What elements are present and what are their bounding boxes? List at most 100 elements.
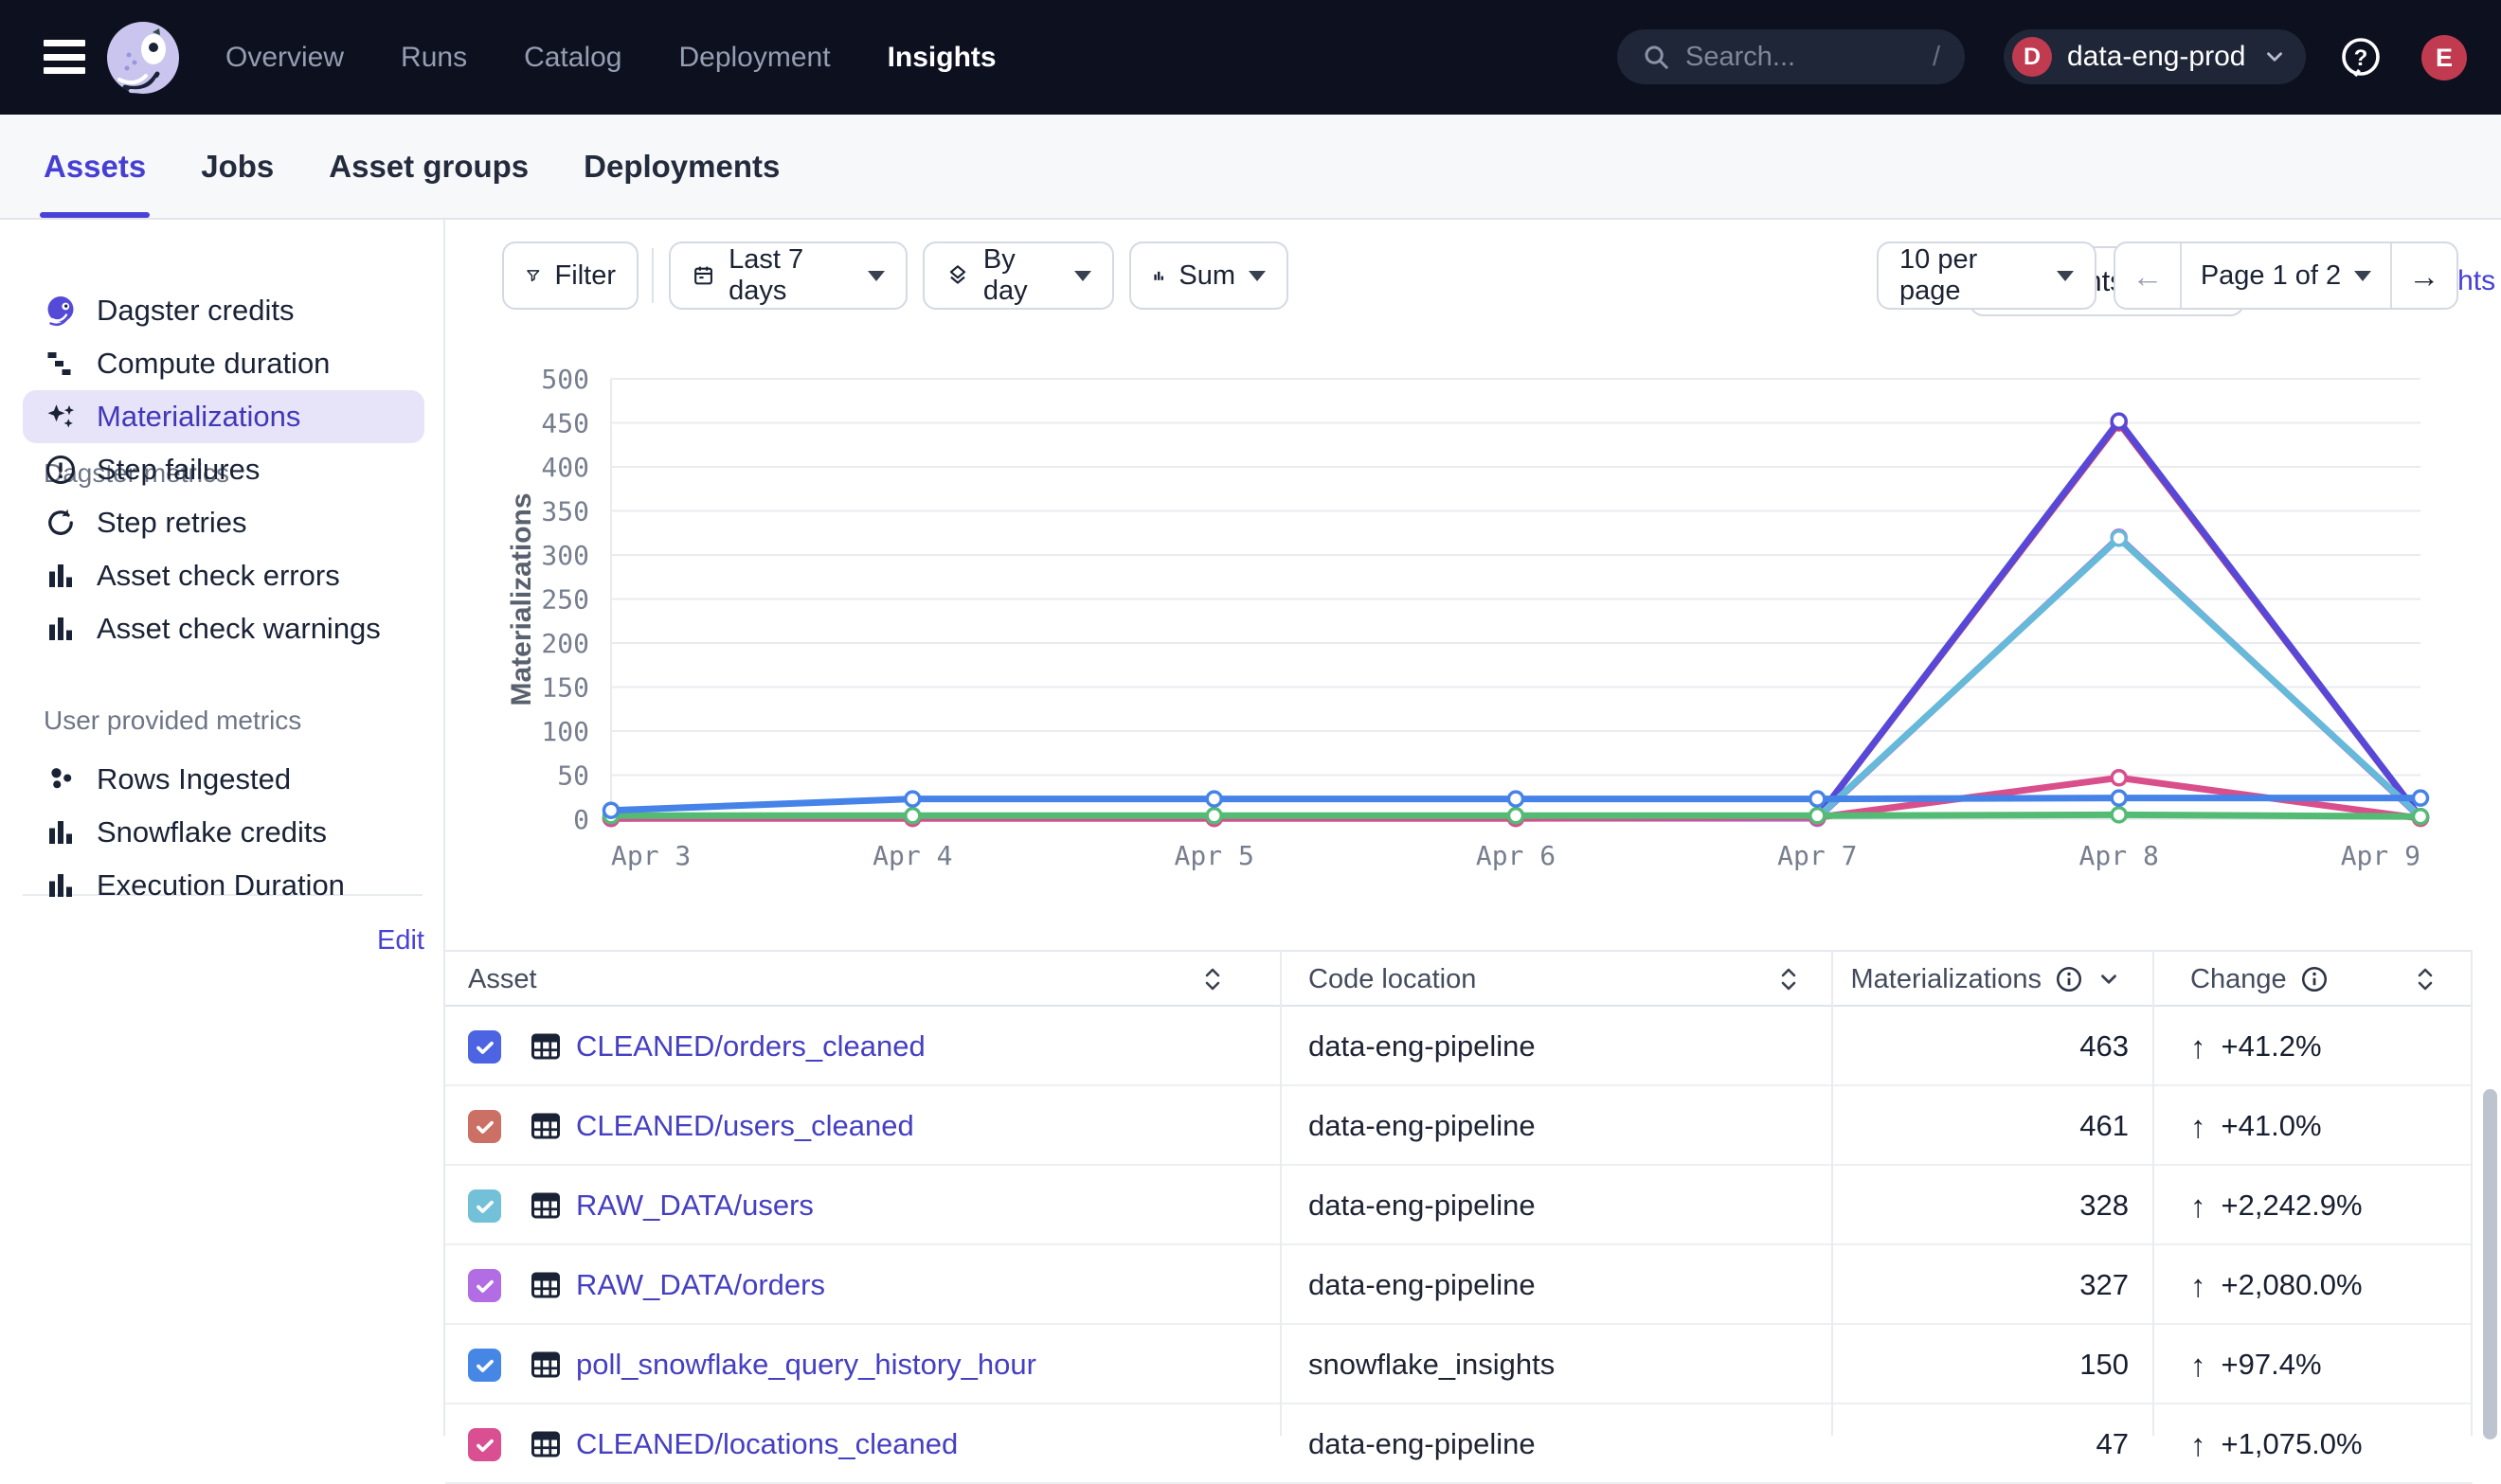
y-axis-tick: 50 [557, 760, 589, 792]
sidebar-item-label: Step failures [97, 453, 260, 487]
chart-point[interactable] [2112, 808, 2126, 822]
sidebar-item-label: Asset check warnings [97, 612, 381, 646]
caret-down-icon [1249, 271, 1266, 281]
search-input[interactable]: Search... / [1617, 29, 1965, 84]
y-axis-tick: 350 [541, 496, 589, 527]
dagster-logo-icon[interactable] [106, 21, 180, 95]
tab-jobs[interactable]: Jobs [201, 115, 274, 218]
sort-icon[interactable] [2416, 965, 2435, 993]
asset-link[interactable]: RAW_DATA/users [576, 1166, 814, 1245]
sidebar-item-step-failures[interactable]: Step failures [23, 443, 424, 496]
sidebar-item-asset-check-warnings[interactable]: Asset check warnings [23, 602, 424, 655]
asset-checkbox[interactable] [468, 1269, 501, 1302]
per-page-dropdown[interactable]: 10 per page [1877, 241, 2096, 310]
aggregation-dropdown[interactable]: Sum [1129, 241, 1288, 310]
scrollbar-thumb[interactable] [2483, 1089, 2497, 1439]
funnel-icon [525, 262, 542, 289]
asset-link[interactable]: CLEANED/users_cleaned [576, 1086, 914, 1166]
chart-point[interactable] [2112, 531, 2126, 545]
sort-icon[interactable] [1203, 965, 1222, 993]
asset-checkbox[interactable] [468, 1030, 501, 1064]
insights-tab-bar: AssetsJobsAsset groupsDeployments Insigh… [0, 115, 2501, 220]
column-header-materializations[interactable]: Materializations [1831, 952, 2131, 1007]
asset-type-icon [529, 1427, 563, 1461]
tab-deployments[interactable]: Deployments [584, 115, 780, 218]
asset-link[interactable]: CLEANED/orders_cleaned [576, 1007, 926, 1086]
asset-type-icon [529, 1268, 563, 1302]
nav-item-runs[interactable]: Runs [401, 42, 467, 74]
chart-point[interactable] [1810, 809, 1825, 823]
nav-item-overview[interactable]: Overview [225, 42, 344, 74]
asset-link[interactable]: poll_snowflake_query_history_hour [576, 1325, 1036, 1404]
chart-point[interactable] [2112, 771, 2126, 785]
sidebar-item-step-retries[interactable]: Step retries [23, 496, 424, 549]
org-switcher[interactable]: D data-eng-prod [2004, 29, 2306, 84]
bucket-dropdown[interactable]: By day [923, 241, 1114, 310]
chart-point[interactable] [1810, 792, 1825, 806]
table-row: CLEANED/orders_cleaneddata-eng-pipeline4… [445, 1007, 2473, 1086]
chart-point[interactable] [1207, 809, 1221, 823]
sidebar-item-execution-duration[interactable]: Execution Duration [23, 859, 424, 912]
chart-point[interactable] [906, 792, 920, 806]
nav-item-insights[interactable]: Insights [888, 42, 997, 74]
edit-metrics-link[interactable]: Edit [368, 925, 424, 957]
change-cell: ↑+2,242.9% [2190, 1166, 2363, 1245]
tab-asset-groups[interactable]: Asset groups [329, 115, 529, 218]
x-axis-tick: Apr 5 [1175, 840, 1254, 871]
sidebar-item-compute-duration[interactable]: Compute duration [23, 337, 424, 390]
column-header-change[interactable]: Change [2190, 952, 2329, 1007]
page-selector[interactable]: Page 1 of 2 [2182, 243, 2392, 308]
sort-icon[interactable] [1779, 965, 1798, 993]
metrics-sidebar: Dagster metrics Dagster creditsCompute d… [0, 220, 445, 1436]
sidebar-item-snowflake-credits[interactable]: Snowflake credits [23, 806, 424, 859]
filter-button[interactable]: Filter [502, 241, 639, 310]
info-icon[interactable] [2055, 965, 2083, 993]
svg-text:?: ? [2354, 45, 2368, 71]
column-sort-asset [1203, 952, 1222, 1007]
bars-icon [44, 612, 78, 646]
hamburger-menu-icon[interactable] [44, 40, 85, 74]
asset-checkbox[interactable] [468, 1428, 501, 1461]
sidebar-item-asset-check-errors[interactable]: Asset check errors [23, 549, 424, 602]
code-location-value: snowflake_insights [1308, 1325, 1555, 1404]
chart-point[interactable] [2112, 414, 2126, 428]
page-label: Page 1 of 2 [2201, 260, 2341, 292]
previous-page-button[interactable]: ← [2115, 243, 2182, 308]
nav-item-catalog[interactable]: Catalog [524, 42, 621, 74]
tab-assets[interactable]: Assets [44, 115, 146, 218]
caret-down-icon [868, 271, 885, 281]
chart-point[interactable] [906, 809, 920, 823]
x-axis-tick: Apr 8 [2079, 840, 2159, 871]
asset-link[interactable]: CLEANED/locations_cleaned [576, 1404, 958, 1484]
table-row: RAW_DATA/ordersdata-eng-pipeline327↑+2,0… [445, 1245, 2473, 1325]
asset-type-icon [529, 1109, 563, 1143]
chart-point[interactable] [1207, 792, 1221, 806]
column-header-asset[interactable]: Asset [468, 952, 537, 1007]
chart-point[interactable] [2414, 791, 2428, 805]
asset-checkbox[interactable] [468, 1349, 501, 1382]
sidebar-item-rows-ingested[interactable]: Rows Ingested [23, 753, 424, 806]
assets-table: Asset Code location Materializations Change… [445, 950, 2473, 1436]
sidebar-item-dagster-credits[interactable]: Dagster credits [23, 284, 424, 337]
help-icon[interactable]: ? [2338, 35, 2384, 80]
per-page-label: 10 per page [1899, 244, 2043, 307]
chevron-down-icon[interactable] [2096, 967, 2121, 992]
table-header: Asset Code location Materializations Change [445, 950, 2473, 1007]
chart-point[interactable] [1509, 809, 1523, 823]
user-avatar[interactable]: E [2421, 35, 2467, 80]
asset-link[interactable]: RAW_DATA/orders [576, 1245, 825, 1325]
chart-point[interactable] [2112, 791, 2126, 805]
sidebar-item-materializations[interactable]: Materializations [23, 390, 424, 443]
org-name: data-eng-prod [2067, 41, 2247, 73]
asset-checkbox[interactable] [468, 1110, 501, 1143]
chart-point[interactable] [2414, 810, 2428, 824]
chart-point[interactable] [604, 803, 619, 817]
chart-point[interactable] [1509, 792, 1523, 806]
next-page-button[interactable]: → [2392, 243, 2456, 308]
column-header-code-location[interactable]: Code location [1308, 952, 1476, 1007]
sidebar-item-label: Step retries [97, 506, 247, 540]
asset-checkbox[interactable] [468, 1189, 501, 1223]
date-range-dropdown[interactable]: Last 7 days [669, 241, 908, 310]
info-icon[interactable] [2300, 965, 2329, 993]
nav-item-deployment[interactable]: Deployment [678, 42, 830, 74]
